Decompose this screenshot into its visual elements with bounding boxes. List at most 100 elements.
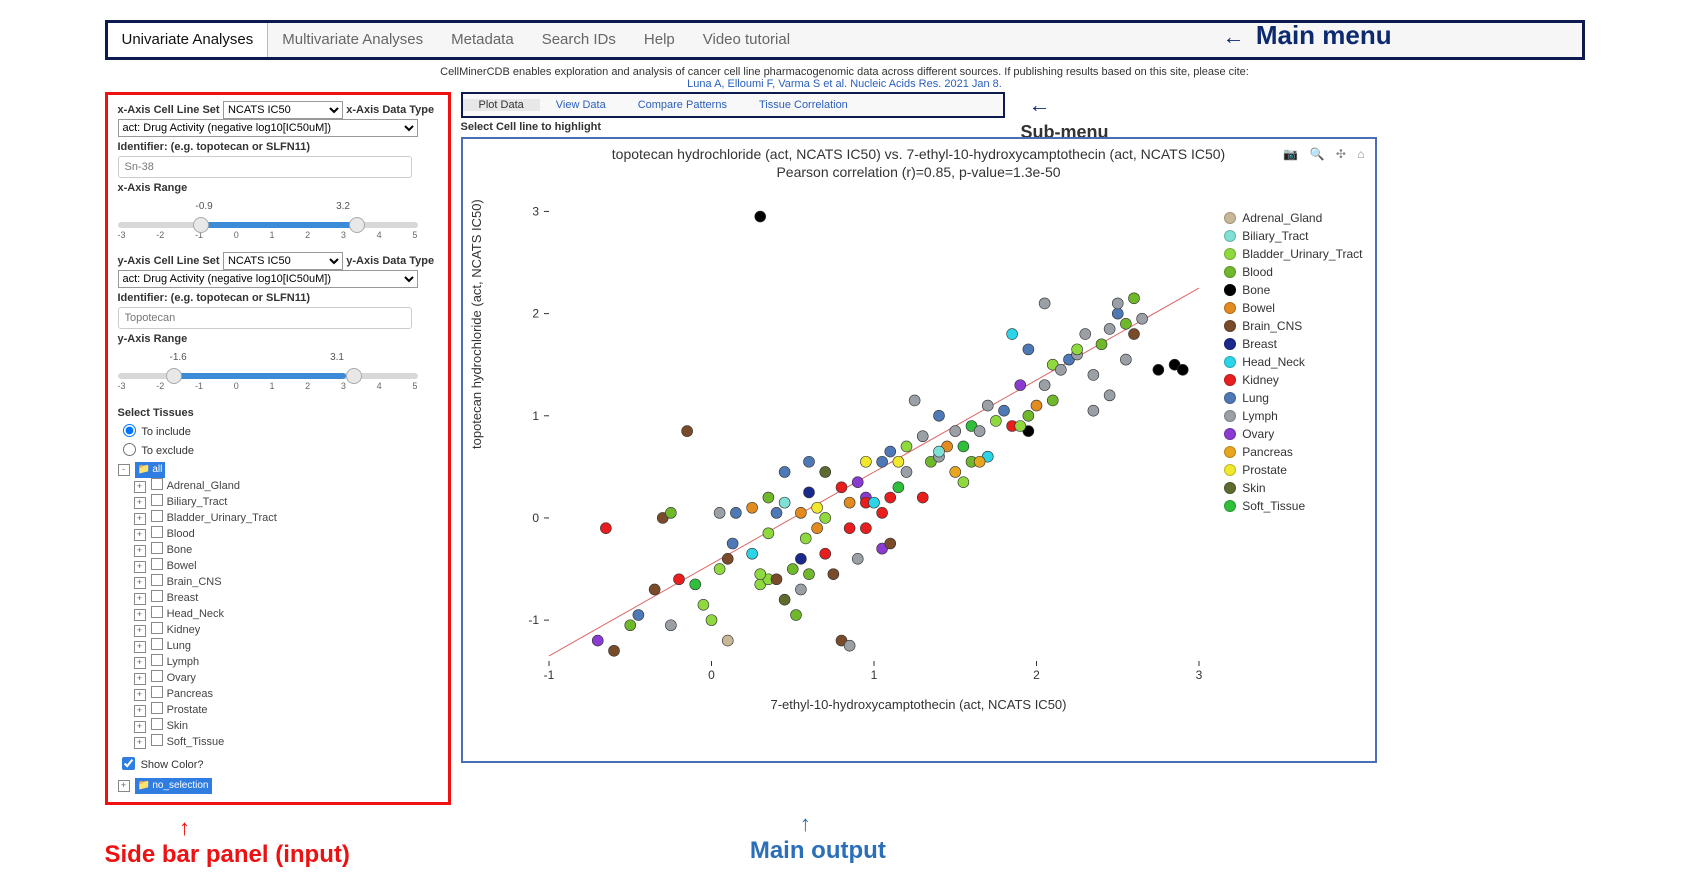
legend-item[interactable]: Bowel bbox=[1224, 299, 1362, 317]
expand-icon[interactable]: + bbox=[134, 657, 146, 669]
legend-item[interactable]: Brain_CNS bbox=[1224, 317, 1362, 335]
tissue-tree-item[interactable]: + Bone bbox=[134, 542, 438, 558]
tissue-tree-item[interactable]: + Head_Neck bbox=[134, 606, 438, 622]
tissue-tree-item[interactable]: + Breast bbox=[134, 590, 438, 606]
y-cellline-select[interactable]: NCATS IC50 bbox=[223, 252, 343, 270]
svg-text:0: 0 bbox=[532, 511, 539, 525]
expand-icon[interactable]: + bbox=[134, 545, 146, 557]
pan-icon[interactable]: ✣ bbox=[1336, 147, 1346, 161]
tree-root-all[interactable]: 📁 all bbox=[135, 462, 166, 478]
svg-text:-1: -1 bbox=[543, 668, 554, 682]
expand-icon[interactable]: + bbox=[134, 529, 146, 541]
sub-menu: Plot DataView DataCompare PatternsTissue… bbox=[461, 92, 1005, 118]
main-menu-tab[interactable]: Help bbox=[630, 23, 689, 57]
legend-item[interactable]: Head_Neck bbox=[1224, 353, 1362, 371]
legend-item[interactable]: Bladder_Urinary_Tract bbox=[1224, 245, 1362, 263]
expand-icon[interactable]: + bbox=[134, 689, 146, 701]
tissue-tree-item[interactable]: + Pancreas bbox=[134, 686, 438, 702]
zoom-icon[interactable]: 🔍 bbox=[1310, 147, 1325, 161]
expand-icon[interactable]: + bbox=[134, 641, 146, 653]
tissue-tree-item[interactable]: + Lymph bbox=[134, 654, 438, 670]
svg-text:1: 1 bbox=[532, 409, 539, 423]
arrow-up-icon: ↑ bbox=[800, 811, 886, 837]
expand-icon[interactable]: + bbox=[134, 513, 146, 525]
sub-menu-tab[interactable]: View Data bbox=[540, 99, 622, 111]
scatter-plot[interactable]: -10123-10123 bbox=[509, 181, 1209, 701]
x-identifier-input[interactable] bbox=[118, 156, 412, 178]
main-menu-tab[interactable]: Search IDs bbox=[528, 23, 630, 57]
expand-icon[interactable]: + bbox=[134, 721, 146, 733]
legend-item[interactable]: Bone bbox=[1224, 281, 1362, 299]
annotation-main-output: ↑ Main output bbox=[550, 811, 886, 869]
tissue-tree-item[interactable]: + Soft_Tissue bbox=[134, 734, 438, 750]
expand-icon[interactable]: + bbox=[134, 593, 146, 605]
expand-icon[interactable]: + bbox=[118, 780, 130, 792]
x-cellline-select[interactable]: NCATS IC50 bbox=[223, 101, 343, 119]
tissue-exclude-radio[interactable] bbox=[123, 443, 136, 456]
y-identifier-input[interactable] bbox=[118, 307, 412, 329]
tissue-tree-item[interactable]: + Lung bbox=[134, 638, 438, 654]
annotation-sub-menu: ← Sub-menu bbox=[1021, 92, 1109, 143]
legend-item[interactable]: Breast bbox=[1224, 335, 1362, 353]
tissue-tree-item[interactable]: + Adrenal_Gland bbox=[134, 478, 438, 494]
expand-icon[interactable]: + bbox=[134, 561, 146, 573]
y-range-label: y-Axis Range bbox=[118, 333, 438, 345]
plot-panel: 📷 🔍 ✣ ⌂ topotecan hydrochloride (act, NC… bbox=[461, 137, 1377, 763]
tissue-label: Select Tissues bbox=[118, 407, 438, 419]
expand-icon[interactable]: + bbox=[134, 577, 146, 589]
legend-item[interactable]: Adrenal_Gland bbox=[1224, 209, 1362, 227]
legend-item[interactable]: Ovary bbox=[1224, 425, 1362, 443]
camera-icon[interactable]: 📷 bbox=[1283, 147, 1298, 161]
y-datatype-label: y-Axis Data Type bbox=[346, 255, 434, 267]
tissue-tree-item[interactable]: + Ovary bbox=[134, 670, 438, 686]
y-range-slider[interactable]: -1.6 3.1 -3-2-1012345 bbox=[118, 349, 418, 391]
tissue-tree-item[interactable]: + Biliary_Tract bbox=[134, 494, 438, 510]
citation-link[interactable]: Luna A, Elloumi F, Varma S et al. Nuclei… bbox=[687, 78, 1002, 90]
legend-item[interactable]: Skin bbox=[1224, 479, 1362, 497]
show-color-checkbox[interactable] bbox=[122, 757, 135, 770]
expand-icon[interactable]: + bbox=[134, 625, 146, 637]
expand-icon[interactable]: + bbox=[134, 481, 146, 493]
expand-icon[interactable]: + bbox=[134, 609, 146, 621]
home-icon[interactable]: ⌂ bbox=[1357, 147, 1364, 161]
sidebar-panel: x-Axis Cell Line Set NCATS IC50 x-Axis D… bbox=[105, 92, 451, 805]
expand-icon[interactable]: + bbox=[134, 705, 146, 717]
sub-menu-tab[interactable]: Compare Patterns bbox=[622, 99, 743, 111]
main-menu-tab[interactable]: Video tutorial bbox=[689, 23, 804, 57]
legend-item[interactable]: Prostate bbox=[1224, 461, 1362, 479]
legend-item[interactable]: Pancreas bbox=[1224, 443, 1362, 461]
svg-text:2: 2 bbox=[1033, 668, 1040, 682]
x-axis-label: 7-ethyl-10-hydroxycamptothecin (act, NCA… bbox=[469, 697, 1369, 712]
tissue-tree-item[interactable]: + Bowel bbox=[134, 558, 438, 574]
tissue-include-radio[interactable] bbox=[123, 424, 136, 437]
expand-icon[interactable]: + bbox=[134, 737, 146, 749]
tissue-tree-item[interactable]: + Bladder_Urinary_Tract bbox=[134, 510, 438, 526]
tissue-tree-item[interactable]: + Brain_CNS bbox=[134, 574, 438, 590]
y-cellline-label: y-Axis Cell Line Set bbox=[118, 255, 220, 267]
main-menu-tab[interactable]: Univariate Analyses bbox=[108, 23, 269, 57]
main-menu-tab[interactable]: Multivariate Analyses bbox=[268, 23, 437, 57]
expand-icon[interactable]: + bbox=[134, 497, 146, 509]
x-datatype-select[interactable]: act: Drug Activity (negative log10[IC50u… bbox=[118, 119, 418, 137]
x-range-slider[interactable]: -0.9 3.2 -3-2-1012345 bbox=[118, 198, 418, 240]
main-menu-tab[interactable]: Metadata bbox=[437, 23, 528, 57]
tree-root-noselection[interactable]: 📁 no_selection bbox=[135, 778, 212, 794]
y-datatype-select[interactable]: act: Drug Activity (negative log10[IC50u… bbox=[118, 270, 418, 288]
legend-item[interactable]: Kidney bbox=[1224, 371, 1362, 389]
sub-menu-tab[interactable]: Tissue Correlation bbox=[743, 99, 864, 111]
legend-item[interactable]: Blood bbox=[1224, 263, 1362, 281]
legend-item[interactable]: Lung bbox=[1224, 389, 1362, 407]
tissue-tree-item[interactable]: + Prostate bbox=[134, 702, 438, 718]
legend-item[interactable]: Biliary_Tract bbox=[1224, 227, 1362, 245]
legend-item[interactable]: Soft_Tissue bbox=[1224, 497, 1362, 515]
sub-menu-tab[interactable]: Plot Data bbox=[463, 99, 540, 111]
collapse-icon[interactable]: - bbox=[118, 464, 130, 476]
expand-icon[interactable]: + bbox=[134, 673, 146, 685]
x-cellline-label: x-Axis Cell Line Set bbox=[118, 104, 220, 116]
svg-text:2: 2 bbox=[532, 307, 539, 321]
tissue-tree-item[interactable]: + Skin bbox=[134, 718, 438, 734]
tissue-tree-item[interactable]: + Blood bbox=[134, 526, 438, 542]
legend-item[interactable]: Lymph bbox=[1224, 407, 1362, 425]
legend: Adrenal_GlandBiliary_TractBladder_Urinar… bbox=[1224, 209, 1362, 515]
tissue-tree-item[interactable]: + Kidney bbox=[134, 622, 438, 638]
